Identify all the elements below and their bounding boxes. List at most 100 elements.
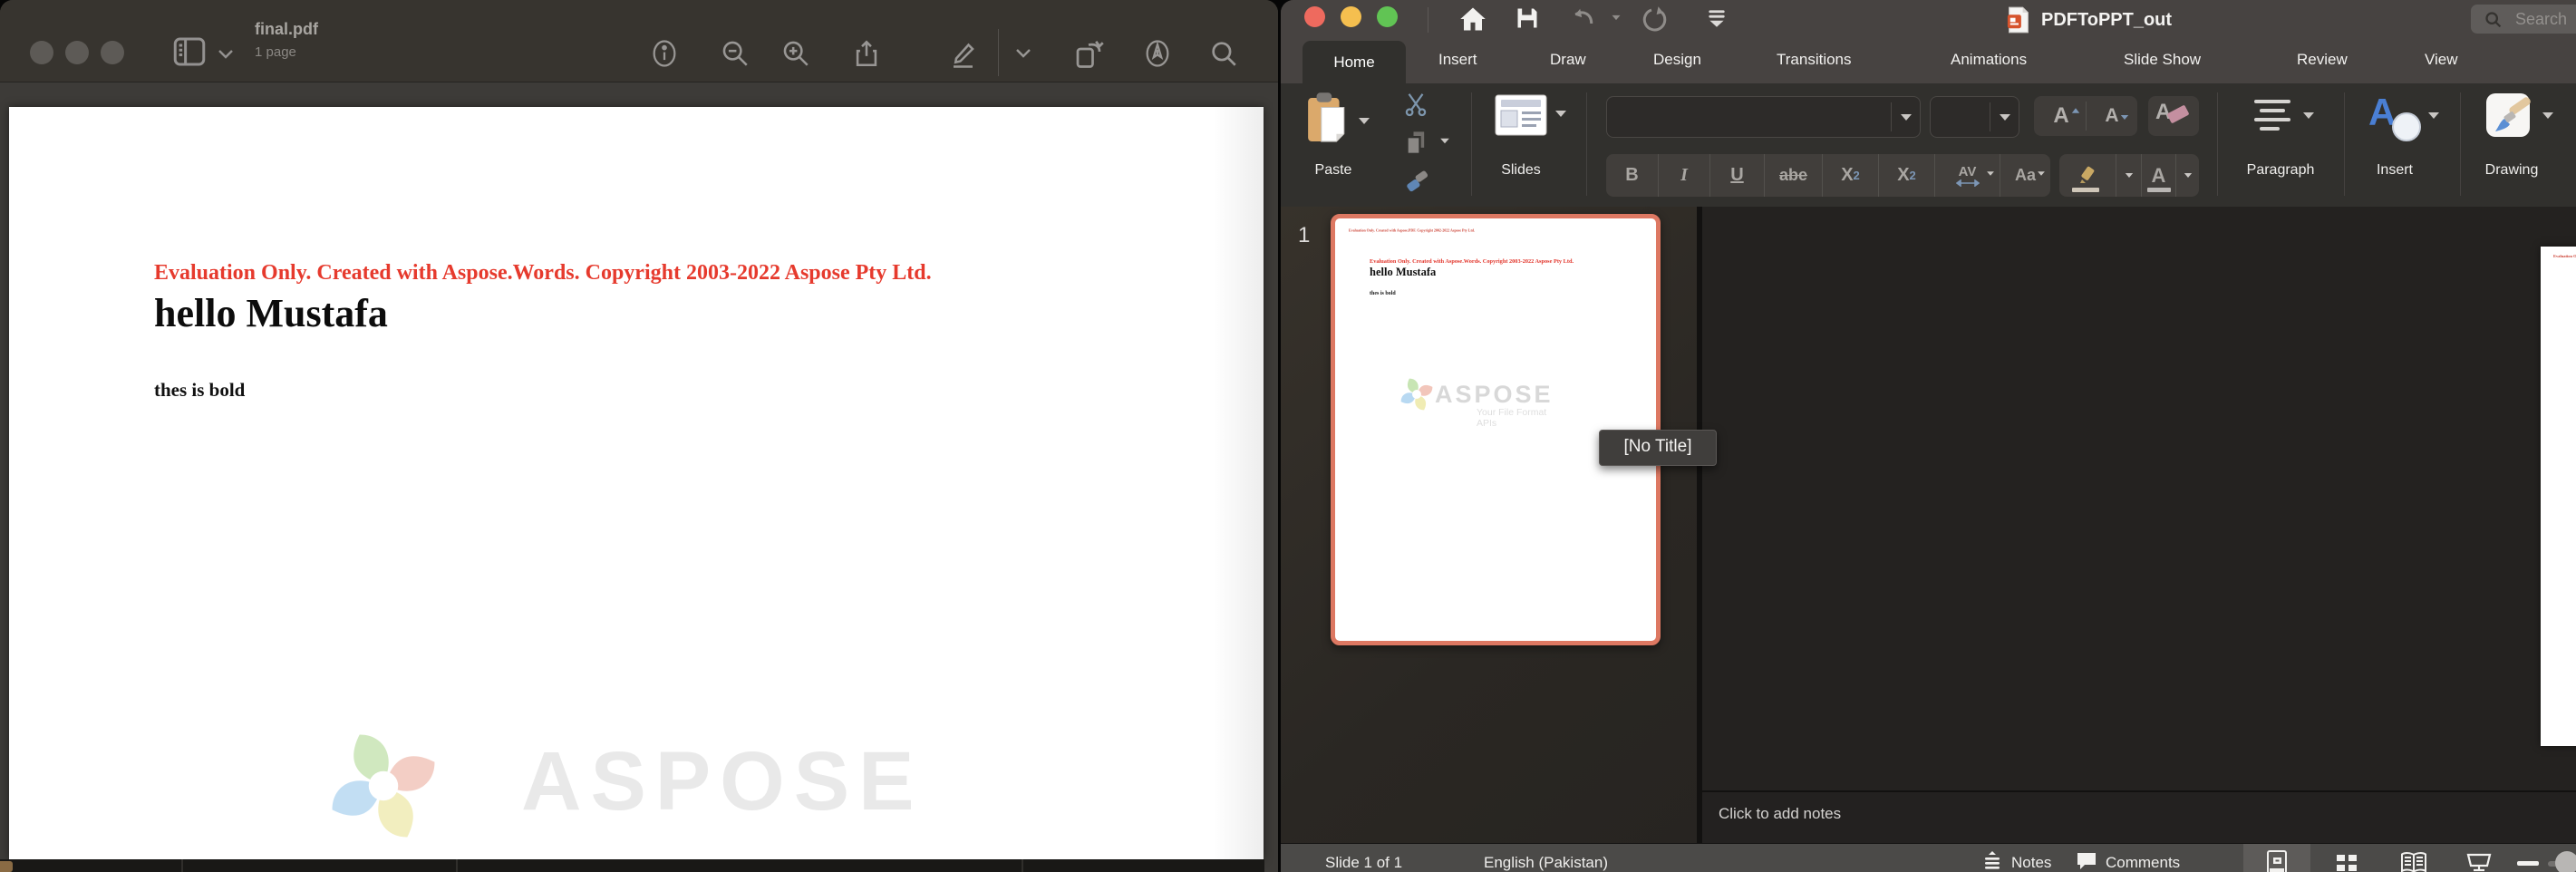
paragraph-label: Paragraph <box>2231 162 2330 179</box>
markup-button[interactable] <box>945 38 978 71</box>
cut-scissors-icon <box>1402 91 1429 118</box>
slide-show-icon <box>2465 851 2493 872</box>
undo-button[interactable] <box>1569 5 1596 33</box>
insert-shape-icon <box>2392 112 2421 141</box>
slide-sorter-view-button[interactable] <box>2323 844 2370 872</box>
redo-icon <box>1642 5 1670 33</box>
font-size-buttons: A A <box>2034 96 2137 136</box>
zoom-window-button[interactable] <box>101 41 124 64</box>
shrink-font-button[interactable]: A <box>2092 102 2132 131</box>
normal-view-button[interactable] <box>2243 844 2310 872</box>
customize-toolbar-button[interactable] <box>1703 5 1730 33</box>
zoom-out-button[interactable] <box>719 38 751 71</box>
markup-menu-button[interactable] <box>1012 38 1035 71</box>
highlight-button[interactable] <box>2059 154 2116 197</box>
grow-font-button[interactable]: A <box>2041 102 2081 131</box>
dropdown-caret-icon <box>2125 173 2132 178</box>
new-slide-button[interactable] <box>1495 94 1547 139</box>
slide-show-button[interactable] <box>2455 844 2503 872</box>
paste-menu-caret-icon[interactable] <box>1359 118 1370 124</box>
copy-menu-caret-icon[interactable] <box>1440 139 1449 144</box>
drawing-button[interactable] <box>2479 89 2530 141</box>
close-window-button[interactable] <box>30 41 53 64</box>
thumb-pdf-eval-text: Evaluation Only. Created with Aspose.PDF… <box>1349 228 1475 233</box>
chevron-down-icon[interactable] <box>216 47 236 62</box>
tab-view[interactable]: View <box>2425 51 2458 69</box>
undo-icon <box>1569 5 1598 33</box>
font-size-select[interactable] <box>1930 96 2019 138</box>
share-button[interactable] <box>850 38 883 71</box>
home-icon <box>1459 5 1487 33</box>
tab-home[interactable]: Home <box>1303 41 1406 83</box>
info-button[interactable] <box>648 38 681 71</box>
font-name-select[interactable] <box>1606 96 1921 138</box>
dropdown-caret-icon <box>1901 114 1912 121</box>
change-case-button[interactable]: Aa <box>2000 154 2050 197</box>
zoom-slider-knob[interactable] <box>2555 851 2576 872</box>
spacing-arrow-icon <box>1956 179 1980 187</box>
bold-button[interactable]: B <box>1606 154 1658 197</box>
underline-button[interactable]: U <box>1709 154 1764 197</box>
character-spacing-button[interactable]: AV <box>1934 154 2000 197</box>
minimize-window-button[interactable] <box>1341 6 1361 27</box>
slide-sorter-icon <box>2335 852 2358 872</box>
slides-menu-caret-icon[interactable] <box>1555 111 1566 117</box>
search-icon <box>2484 10 2503 29</box>
rotate-button[interactable] <box>1072 38 1105 71</box>
slide-canvas[interactable]: Evaluation Only. Created with Aspose.PDF… <box>2541 247 2576 746</box>
drawing-menu-caret-icon[interactable] <box>2542 112 2553 119</box>
home-button[interactable] <box>1459 5 1487 33</box>
search-button[interactable] <box>1207 38 1240 71</box>
close-window-button[interactable] <box>1304 6 1325 27</box>
search-box[interactable]: Search <box>2471 5 2576 34</box>
clear-formatting-button[interactable]: A <box>2148 96 2199 136</box>
toolbar-divider <box>998 29 999 76</box>
insert-menu-caret-icon[interactable] <box>2428 112 2439 119</box>
sidebar-toggle-button[interactable] <box>170 33 208 71</box>
copy-button[interactable] <box>1404 129 1429 159</box>
format-painter-button[interactable] <box>1402 167 1431 199</box>
pdf-body-text: thes is bold <box>154 379 245 402</box>
font-color-button[interactable]: A <box>2141 154 2175 197</box>
highlight-menu-button[interactable] <box>2116 154 2141 197</box>
pen-circle-icon <box>1142 38 1173 69</box>
paragraph-menu-caret-icon[interactable] <box>2303 112 2314 119</box>
tab-review[interactable]: Review <box>2297 51 2348 69</box>
format-painter-icon <box>1402 167 1431 196</box>
strikethrough-button[interactable]: abe <box>1764 154 1822 197</box>
tab-draw[interactable]: Draw <box>1550 51 1586 69</box>
zoom-in-button[interactable] <box>780 38 812 71</box>
annotate-button[interactable] <box>1141 38 1174 71</box>
font-color-menu-button[interactable] <box>2175 154 2199 197</box>
save-button[interactable] <box>1514 5 1541 33</box>
cut-button[interactable] <box>1402 91 1429 121</box>
insert-button[interactable]: A <box>2367 91 2423 143</box>
dropdown-caret-icon <box>2184 173 2191 178</box>
pdf-page[interactable]: Evaluation Only. Created with Aspose.Wor… <box>9 107 1264 859</box>
tab-design[interactable]: Design <box>1653 51 1701 69</box>
window-title: PDFToPPT_out <box>2041 10 2172 31</box>
highlight-color-bar <box>2072 188 2099 192</box>
paragraph-button[interactable] <box>2243 96 2296 138</box>
redo-button[interactable] <box>1642 5 1670 33</box>
language-button[interactable]: English (Pakistan) <box>1484 854 1608 872</box>
notes-toggle-button[interactable] <box>1981 849 2003 872</box>
paste-label: Paste <box>1290 162 1377 179</box>
superscript-button[interactable]: X2 <box>1822 154 1878 197</box>
subscript-button[interactable]: X2 <box>1878 154 1934 197</box>
minimize-window-button[interactable] <box>65 41 89 64</box>
background-strip <box>0 859 1264 872</box>
comments-toggle-button[interactable] <box>2076 851 2097 872</box>
zoom-out-minus-icon[interactable] <box>2517 861 2539 866</box>
tab-transitions[interactable]: Transitions <box>1777 51 1852 69</box>
notes-pane[interactable]: Click to add notes <box>1702 790 2576 845</box>
zoom-window-button[interactable] <box>1377 6 1398 27</box>
insert-label: Insert <box>2358 162 2432 179</box>
undo-menu-caret-icon[interactable] <box>1612 15 1621 20</box>
reading-view-button[interactable] <box>2390 844 2437 872</box>
tab-slide-show[interactable]: Slide Show <box>2124 51 2201 69</box>
tab-insert[interactable]: Insert <box>1438 51 1477 69</box>
italic-button[interactable]: I <box>1658 154 1709 197</box>
tab-animations[interactable]: Animations <box>1951 51 2027 69</box>
paste-button[interactable] <box>1305 91 1349 150</box>
